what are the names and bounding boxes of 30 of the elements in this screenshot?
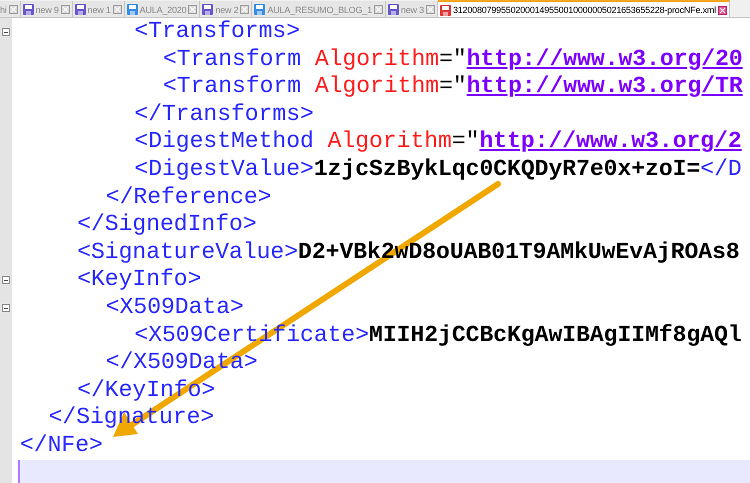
code-line: <Transform Algorithm="http://www.w3.org/20 [162,46,743,74]
file-tab[interactable]: new 9 [20,1,73,17]
close-icon[interactable] [188,5,198,14]
close-icon[interactable] [60,5,70,14]
file-tab[interactable]: 31200807995502000149550010000005021653655228-procNFe.xml [438,0,730,17]
code-line: <X509Data> [104,294,244,322]
code-line: <KeyInfo> [76,266,202,294]
code-line: <Transforms> [133,18,300,46]
fold-icon[interactable] [2,28,10,36]
file-tab[interactable]: hi [0,1,21,17]
code-line: </Transforms> [133,100,314,128]
fold-icon[interactable] [2,304,10,312]
fold-icon[interactable] [2,276,10,284]
code-line: <Transform Algorithm="http://www.w3.org/TR [162,73,743,101]
close-icon[interactable] [112,5,122,14]
close-icon[interactable] [8,5,18,14]
file-tab[interactable]: AULA_RESUMO_BLOG_1 [252,1,386,17]
file-tab[interactable]: AULA_2020 [124,1,200,17]
code-line: <DigestMethod Algorithm="http://www.w3.org/2 [133,128,742,156]
file-tab[interactable]: new 1 [72,1,125,17]
code-line: <DigestValue>1zjcSzBykLqc0CKQDyR7e0x+zoI=</D [133,156,742,184]
code-line: </NFe> [20,432,103,460]
code-line: </SignedInfo> [76,211,257,239]
file-tab[interactable]: new 3 [386,1,438,17]
close-icon[interactable] [374,5,383,14]
code-line: </Reference> [104,184,272,212]
close-icon[interactable] [426,5,435,14]
close-icon[interactable] [240,5,250,14]
file-tab[interactable]: new 2 [200,1,252,17]
close-icon[interactable] [718,6,727,14]
